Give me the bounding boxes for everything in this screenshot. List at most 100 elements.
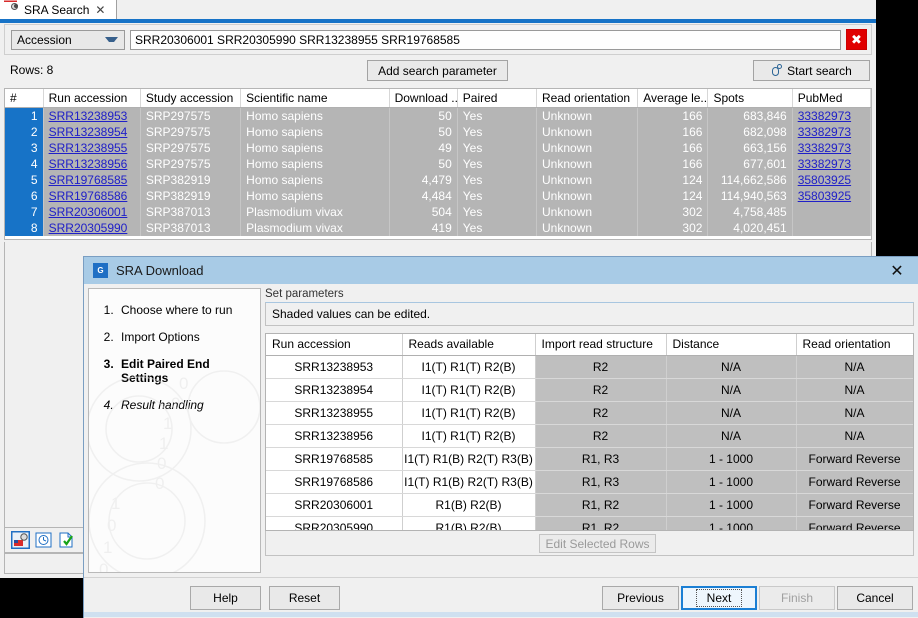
run-link[interactable]: SRR20306001 [49,205,128,219]
clear-search-button[interactable]: ✖ [846,29,867,50]
table-row[interactable]: 1SRR13238953SRP297575Homo sapiens50YesUn… [5,108,871,124]
cell-pubmed[interactable]: 33382973 [792,108,870,124]
cell-orientation[interactable]: Forward Reverse [796,493,913,516]
reset-button[interactable]: Reset [269,586,340,610]
cancel-button[interactable]: Cancel [837,586,913,610]
column-header[interactable]: Paired [457,89,536,108]
cell-orientation[interactable]: Forward Reverse [796,470,913,493]
cell-run[interactable]: SRR19768585 [43,172,140,188]
cell-structure[interactable]: R1, R2 [535,516,666,531]
cell-structure[interactable]: R1, R3 [535,470,666,493]
column-header[interactable]: Download ... [389,89,457,108]
cell-pubmed[interactable] [792,220,870,236]
table-row[interactable]: 7SRR20306001SRP387013Plasmodium vivax504… [5,204,871,220]
search-field-selector[interactable]: Accession [11,30,125,50]
column-header[interactable]: PubMed [792,89,870,108]
cell-orientation[interactable]: N/A [796,355,913,378]
column-header[interactable]: Run accession [266,334,402,355]
column-header[interactable]: Average le... [638,89,708,108]
run-link[interactable]: SRR13238956 [49,157,128,171]
pubmed-link[interactable]: 33382973 [798,125,851,139]
column-header[interactable]: Spots [708,89,792,108]
cell-run[interactable]: SRR13238954 [43,124,140,140]
tab-sra-search[interactable]: SRA Search ✕ [0,0,117,19]
table-row[interactable]: 8SRR20305990SRP387013Plasmodium vivax419… [5,220,871,236]
cell-orientation[interactable]: Forward Reverse [796,447,913,470]
column-header[interactable]: Reads available [402,334,535,355]
next-button[interactable]: Next [681,586,757,610]
cell-distance[interactable]: N/A [666,355,796,378]
table-row[interactable]: SRR13238956I1(T) R1(T) R2(B)R2N/AN/A [266,424,913,447]
cell-distance[interactable]: 1 - 1000 [666,516,796,531]
sra-search-icon[interactable] [12,532,29,548]
pubmed-link[interactable]: 35803925 [798,173,851,187]
cell-pubmed[interactable]: 33382973 [792,140,870,156]
cell-run[interactable]: SRR13238955 [43,140,140,156]
search-query-input[interactable]: SRR20306001 SRR20305990 SRR13238955 SRR1… [130,30,841,50]
cell-structure[interactable]: R1, R2 [535,493,666,516]
table-row[interactable]: SRR20305990R1(B) R2(B)R1, R21 - 1000Forw… [266,516,913,531]
column-header[interactable]: # [5,89,43,108]
help-button[interactable]: Help [190,586,261,610]
pubmed-link[interactable]: 33382973 [798,157,851,171]
cell-run[interactable]: SRR19768586 [43,188,140,204]
run-link[interactable]: SRR20305990 [49,221,128,235]
cell-distance[interactable]: N/A [666,424,796,447]
cell-pubmed[interactable]: 35803925 [792,188,870,204]
table-row[interactable]: 3SRR13238955SRP297575Homo sapiens49YesUn… [5,140,871,156]
cell-structure[interactable]: R1, R3 [535,447,666,470]
run-link[interactable]: SRR13238955 [49,141,128,155]
cell-distance[interactable]: N/A [666,378,796,401]
cell-orientation[interactable]: Forward Reverse [796,516,913,531]
start-search-button[interactable]: Start search [753,60,870,81]
table-row[interactable]: 4SRR13238956SRP297575Homo sapiens50YesUn… [5,156,871,172]
search-results-table[interactable]: #Run accessionStudy accessionScientific … [4,88,872,240]
table-row[interactable]: SRR20306001R1(B) R2(B)R1, R21 - 1000Forw… [266,493,913,516]
table-row[interactable]: 2SRR13238954SRP297575Homo sapiens50YesUn… [5,124,871,140]
pubmed-link[interactable]: 33382973 [798,109,851,123]
element-info-icon[interactable] [58,532,75,548]
cell-structure[interactable]: R2 [535,424,666,447]
column-header[interactable]: Distance [666,334,796,355]
cell-run[interactable]: SRR20306001 [43,204,140,220]
table-row[interactable]: 5SRR19768585SRP382919Homo sapiens4,479Ye… [5,172,871,188]
cell-run[interactable]: SRR20305990 [43,220,140,236]
run-link[interactable]: SRR13238954 [49,125,128,139]
cell-pubmed[interactable]: 33382973 [792,156,870,172]
table-row[interactable]: SRR13238954I1(T) R1(T) R2(B)R2N/AN/A [266,378,913,401]
table-row[interactable]: SRR13238953I1(T) R1(T) R2(B)R2N/AN/A [266,355,913,378]
pubmed-link[interactable]: 35803925 [798,189,851,203]
cell-structure[interactable]: R2 [535,378,666,401]
column-header[interactable]: Study accession [140,89,240,108]
add-search-parameter-button[interactable]: Add search parameter [367,60,508,81]
cell-run[interactable]: SRR13238956 [43,156,140,172]
table-row[interactable]: SRR19768586I1(T) R1(B) R2(T) R3(B)R1, R3… [266,470,913,493]
run-link[interactable]: SRR19768585 [49,173,128,187]
wizard-step-1[interactable]: Choose where to run [117,303,260,317]
cell-distance[interactable]: N/A [666,401,796,424]
cell-orientation[interactable]: N/A [796,424,913,447]
wizard-step-2[interactable]: Import Options [117,330,260,344]
table-row[interactable]: SRR13238955I1(T) R1(T) R2(B)R2N/AN/A [266,401,913,424]
cell-distance[interactable]: 1 - 1000 [666,493,796,516]
history-icon[interactable] [35,532,52,548]
table-row[interactable]: SRR19768585I1(T) R1(B) R2(T) R3(B)R1, R3… [266,447,913,470]
cell-orientation[interactable]: N/A [796,378,913,401]
cell-distance[interactable]: 1 - 1000 [666,447,796,470]
run-link[interactable]: SRR19768586 [49,189,128,203]
column-header[interactable]: Read orientation [536,89,637,108]
column-header[interactable]: Read orientation [796,334,913,355]
dialog-close-button[interactable]: ✕ [888,262,906,280]
table-row[interactable]: 6SRR19768586SRP382919Homo sapiens4,484Ye… [5,188,871,204]
cell-structure[interactable]: R2 [535,355,666,378]
cell-orientation[interactable]: N/A [796,401,913,424]
cell-pubmed[interactable]: 33382973 [792,124,870,140]
column-header[interactable]: Scientific name [241,89,389,108]
column-header[interactable]: Import read structure [535,334,666,355]
pubmed-link[interactable]: 33382973 [798,141,851,155]
column-header[interactable]: Run accession [43,89,140,108]
cell-pubmed[interactable] [792,204,870,220]
paired-end-settings-table[interactable]: Run accessionReads availableImport read … [265,333,914,531]
tab-close-icon[interactable]: ✕ [95,4,105,16]
cell-distance[interactable]: 1 - 1000 [666,470,796,493]
